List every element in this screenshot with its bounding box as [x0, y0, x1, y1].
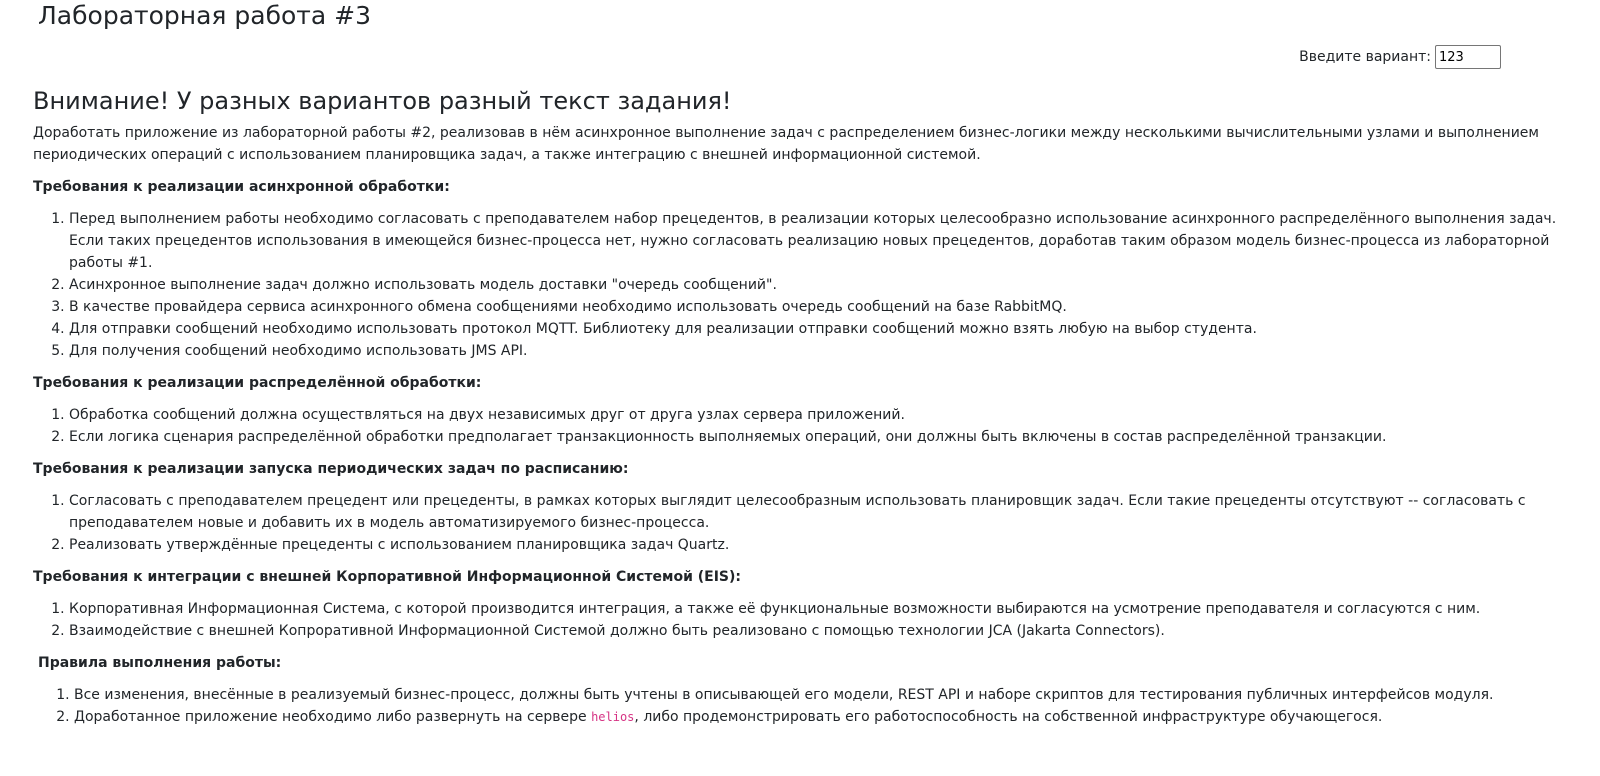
eis-requirements-list: Корпоративная Информационная Система, с … — [33, 598, 1563, 642]
variant-warning: Внимание! У разных вариантов разный текс… — [33, 87, 732, 115]
list-item: Обработка сообщений должна осуществлятьс… — [69, 404, 1563, 426]
eis-requirements-heading: Требования к интеграции с внешней Корпор… — [33, 569, 742, 585]
distributed-requirements-heading: Требования к реализации распределённой о… — [33, 375, 482, 391]
work-rules-heading: Правила выполнения работы: — [38, 655, 282, 671]
list-item: Для отправки сообщений необходимо исполь… — [69, 318, 1563, 340]
scheduler-requirements-heading: Требования к реализации запуска периодич… — [33, 461, 629, 477]
list-item: Реализовать утверждённые прецеденты с ис… — [69, 534, 1563, 556]
list-item: Все изменения, внесённые в реализуемый б… — [74, 684, 1563, 706]
list-item: Асинхронное выполнение задач должно испо… — [69, 274, 1563, 296]
variant-label: Введите вариант: — [1299, 49, 1431, 65]
rule-text-before: Доработанное приложение необходимо либо … — [74, 709, 592, 725]
variant-input[interactable] — [1435, 45, 1501, 69]
async-requirements-list: Перед выполнением работы необходимо согл… — [33, 208, 1563, 362]
list-item: Взаимодействие с внешней Копроративной И… — [69, 620, 1563, 642]
server-name-code: helios — [591, 710, 635, 724]
list-item: Согласовать с преподавателем прецедент и… — [69, 490, 1563, 534]
assignment-content: Внимание! У разных вариантов разный текс… — [33, 86, 1563, 736]
scheduler-requirements-list: Согласовать с преподавателем прецедент и… — [33, 490, 1563, 556]
variant-selector: Введите вариант: — [1299, 45, 1501, 69]
distributed-requirements-list: Обработка сообщений должна осуществлятьс… — [33, 404, 1563, 448]
assignment-intro: Доработать приложение из лабораторной ра… — [33, 125, 1539, 163]
page-title: Лабораторная работа #3 — [38, 1, 371, 30]
work-rules-list: Все изменения, внесённые в реализуемый б… — [33, 684, 1563, 728]
async-requirements-heading: Требования к реализации асинхронной обра… — [33, 179, 450, 195]
list-item: Если логика сценария распределённой обра… — [69, 426, 1563, 448]
list-item: В качестве провайдера сервиса асинхронно… — [69, 296, 1563, 318]
list-item: Доработанное приложение необходимо либо … — [74, 706, 1563, 728]
list-item: Корпоративная Информационная Система, с … — [69, 598, 1563, 620]
list-item: Перед выполнением работы необходимо согл… — [69, 208, 1563, 274]
rule-text-after: , либо продемонстрировать его работоспос… — [634, 709, 1383, 725]
list-item: Для получения сообщений необходимо испол… — [69, 340, 1563, 362]
